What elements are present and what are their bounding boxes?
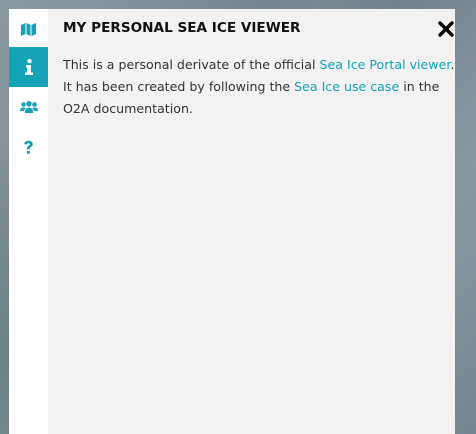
- description-text: This is a personal derivate of the offic…: [63, 57, 320, 72]
- info-panel: MY PERSONAL SEA ICE VIEWER This is a per…: [48, 9, 455, 434]
- info-icon: [24, 59, 33, 75]
- tab-info[interactable]: [9, 47, 48, 87]
- users-icon: [19, 101, 38, 113]
- panel-description: This is a personal derivate of the offic…: [63, 54, 455, 120]
- map-icon: [21, 22, 36, 36]
- close-button[interactable]: [438, 20, 454, 38]
- tab-map[interactable]: [9, 9, 48, 49]
- sea-ice-use-case-link[interactable]: Sea Ice use case: [294, 79, 399, 94]
- question-icon: [24, 140, 33, 154]
- panel-title: MY PERSONAL SEA ICE VIEWER: [63, 20, 301, 36]
- close-icon: [438, 21, 454, 37]
- sea-ice-portal-viewer-link[interactable]: Sea Ice Portal viewer: [320, 57, 451, 72]
- tab-users[interactable]: [9, 87, 48, 127]
- tab-help[interactable]: [9, 127, 48, 167]
- sidebar: [9, 9, 48, 434]
